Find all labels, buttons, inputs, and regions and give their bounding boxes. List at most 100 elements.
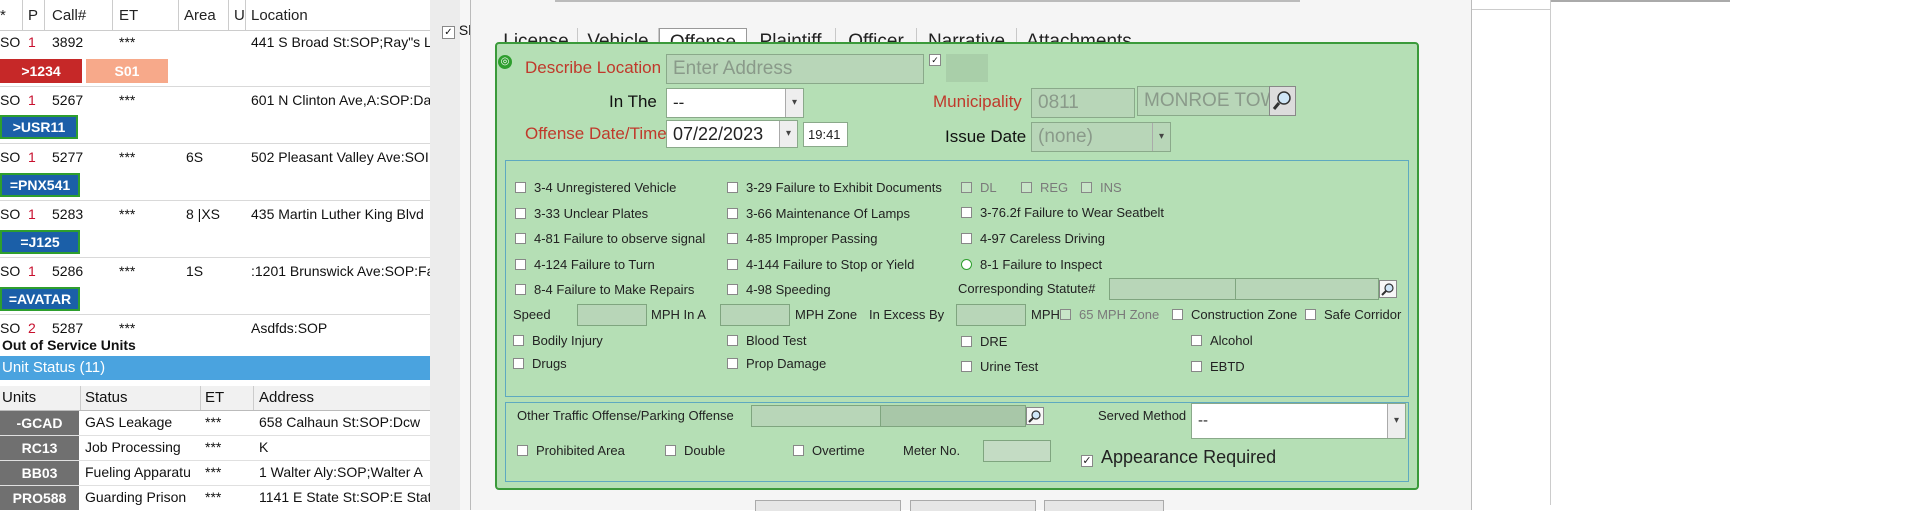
col-header-priority[interactable]: P — [28, 7, 38, 24]
violation-checkbox[interactable]: 4-124 Failure to Turn — [515, 257, 655, 272]
unit-badge[interactable]: =AVATAR — [0, 287, 80, 311]
mph-label: MPH — [1031, 307, 1060, 322]
unit-badge-secondary[interactable]: S01 — [86, 59, 168, 83]
other-offense-code-input[interactable] — [751, 405, 881, 427]
urine-test-checkbox[interactable]: Urine Test — [961, 359, 1038, 374]
construction-zone-checkbox[interactable]: Construction Zone — [1172, 307, 1297, 322]
table-row[interactable]: SO 1 5277 *** 6S 502 Pleasant Valley Ave… — [0, 145, 430, 171]
describe-location-label: Describe Location — [525, 58, 662, 77]
overtime-checkbox[interactable]: Overtime — [793, 443, 865, 458]
meter-no-input[interactable] — [983, 440, 1051, 462]
chevron-down-icon: ▾ — [785, 89, 803, 117]
tab-bar: License Vehicle Offense Plaintiff Office… — [495, 14, 1145, 57]
calls-table-header: * P Call# ET Area U Location — [0, 0, 430, 31]
dispatch-panel: * P Call# ET Area U Location SO 1 3892 *… — [0, 0, 430, 510]
dre-checkbox[interactable]: DRE — [961, 334, 1007, 349]
65-mph-zone-checkbox[interactable]: 65 MPH Zone — [1060, 307, 1159, 322]
drugs-checkbox[interactable]: Drugs — [513, 356, 567, 371]
prop-damage-checkbox[interactable]: Prop Damage — [727, 356, 826, 371]
offense-datetime-label: Offense Date/Time — [525, 124, 667, 143]
corresponding-statute-label: Corresponding Statute# — [958, 281, 1096, 296]
violation-checkbox[interactable]: 8-4 Failure to Make Repairs — [515, 282, 694, 297]
col-header-et[interactable]: ET — [205, 389, 224, 406]
bodily-injury-checkbox[interactable]: Bodily Injury — [513, 333, 603, 348]
violation-checkbox[interactable]: 3-29 Failure to Exhibit Documents — [727, 180, 942, 195]
unit-table-header: Units Status ET Address — [0, 386, 430, 411]
unit-status-title: Unit Status (11) — [2, 359, 106, 376]
chevron-down-icon: ▾ — [779, 121, 797, 147]
col-header-area[interactable]: Area — [184, 7, 216, 24]
describe-location-input[interactable]: Enter Address — [666, 54, 924, 84]
issue-date-label: Issue Date — [945, 127, 1027, 146]
out-of-service-heading: Out of Service Units — [2, 337, 136, 353]
dl-checkbox[interactable]: DL — [961, 180, 997, 195]
violation-checkbox[interactable]: 4-98 Speeding — [727, 282, 831, 297]
in-the-label: In The — [609, 92, 657, 111]
violation-checkbox[interactable]: 8-1 Failure to Inspect — [961, 257, 1102, 272]
statute-desc-input[interactable] — [1235, 278, 1379, 300]
issue-date-select[interactable]: (none) ▾ — [1031, 122, 1171, 152]
mph-zone-input[interactable] — [720, 304, 790, 326]
table-row[interactable]: SO 1 5283 *** 8 |XS 435 Martin Luther Ki… — [0, 202, 430, 228]
violation-checkbox[interactable]: 3-33 Unclear Plates — [515, 206, 648, 221]
table-row[interactable]: SO 1 3892 *** 441 S Broad St:SOP;Ray"s L… — [0, 30, 430, 56]
municipality-code-input[interactable]: 0811 — [1031, 88, 1135, 118]
violation-checkbox[interactable]: 4-97 Careless Driving — [961, 231, 1105, 246]
served-method-label: Served Method — [1098, 408, 1187, 423]
violation-checkbox[interactable]: 3-4 Unregistered Vehicle — [515, 180, 676, 195]
col-header-call[interactable]: Call# — [52, 7, 86, 24]
speed-input[interactable] — [577, 304, 647, 326]
ins-checkbox[interactable]: INS — [1081, 180, 1122, 195]
violation-checkbox[interactable]: 4-144 Failure to Stop or Yield — [727, 257, 914, 272]
double-checkbox[interactable]: Double — [665, 443, 725, 458]
dialog-button[interactable] — [755, 500, 901, 511]
col-header-status[interactable]: Status — [85, 389, 128, 406]
ebtd-checkbox[interactable]: EBTD — [1191, 359, 1245, 374]
violation-checkbox[interactable]: 3-66 Maintenance Of Lamps — [727, 206, 910, 221]
search-icon — [1028, 410, 1041, 423]
col-header-address[interactable]: Address — [259, 389, 314, 406]
unit-status-bar[interactable]: Unit Status (11) — [0, 356, 430, 380]
dialog-button[interactable] — [1044, 500, 1164, 511]
in-excess-input[interactable] — [956, 304, 1026, 326]
table-row[interactable]: RC13 Job Processing *** K — [0, 436, 430, 461]
prohibited-area-checkbox[interactable]: Prohibited Area — [517, 443, 625, 458]
dialog-button[interactable] — [910, 500, 1036, 511]
mph-in-a-label: MPH In A — [651, 307, 706, 322]
col-header-star[interactable]: * — [0, 7, 6, 24]
table-row[interactable]: SO 1 5267 *** 601 N Clinton Ave,A:SOP:Da — [0, 88, 430, 114]
describe-location-checkbox[interactable]: ✓ — [929, 54, 941, 66]
blood-test-checkbox[interactable]: Blood Test — [727, 333, 806, 348]
alcohol-checkbox[interactable]: Alcohol — [1191, 333, 1253, 348]
col-header-u[interactable]: U — [234, 7, 245, 24]
unit-badge[interactable]: =PNX541 — [0, 173, 80, 197]
safe-corridor-checkbox[interactable]: Safe Corridor — [1305, 307, 1401, 322]
violation-checkbox[interactable]: 3-76.2f Failure to Wear Seatbelt — [961, 205, 1164, 220]
offense-date-input[interactable]: 07/22/2023 ▾ — [666, 120, 798, 148]
other-offense-desc-input[interactable] — [880, 405, 1026, 427]
municipality-search-button[interactable] — [1269, 86, 1296, 116]
table-row[interactable]: SO 1 5286 *** 1S :1201 Brunswick Ave:SOP… — [0, 259, 430, 285]
unit-badge[interactable]: >1234 — [0, 59, 82, 83]
col-header-et[interactable]: ET — [119, 7, 138, 24]
search-icon — [1272, 91, 1291, 110]
appearance-required-checkbox[interactable]: ✓ Appearance Required — [1081, 447, 1276, 468]
in-the-select[interactable]: -- ▾ — [666, 88, 804, 118]
col-header-units[interactable]: Units — [2, 389, 36, 406]
other-offense-search-button[interactable] — [1026, 407, 1044, 425]
speed-label: Speed — [513, 307, 551, 322]
offense-time-input[interactable]: 19:41 — [803, 122, 848, 147]
statute-search-button[interactable] — [1379, 280, 1397, 298]
statute-input[interactable] — [1109, 278, 1236, 300]
served-method-select[interactable]: -- ▾ — [1191, 403, 1406, 439]
describe-location-spare — [946, 54, 988, 82]
violation-checkbox[interactable]: 4-81 Failure to observe signal — [515, 231, 705, 246]
violation-checkbox[interactable]: 4-85 Improper Passing — [727, 231, 878, 246]
reg-checkbox[interactable]: REG — [1021, 180, 1068, 195]
table-row[interactable]: BB03 Fueling Apparatu *** 1 Walter Aly:S… — [0, 461, 430, 486]
table-row[interactable]: -GCAD GAS Leakage *** 658 Calhaun St:SOP… — [0, 411, 430, 436]
table-row[interactable]: PRO588 Guarding Prison *** 1141 E State … — [0, 486, 430, 510]
col-header-location[interactable]: Location — [251, 7, 308, 24]
unit-badge[interactable]: >USR11 — [0, 115, 78, 139]
unit-badge[interactable]: =J125 — [0, 230, 80, 254]
